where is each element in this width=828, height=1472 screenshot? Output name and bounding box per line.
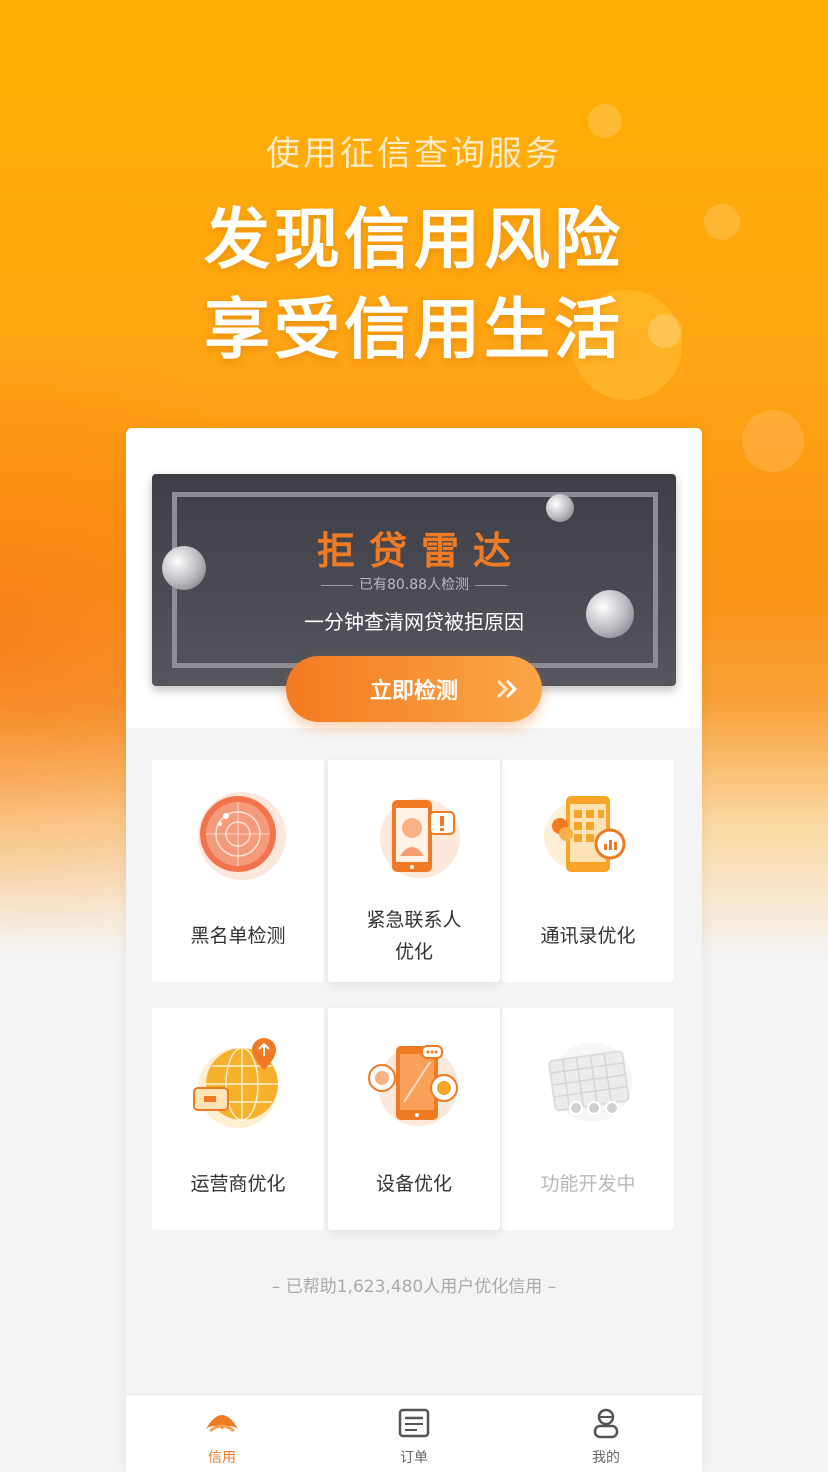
loan-radar-banner[interactable]: 拒贷雷达 已有80.88人检测 一分钟查清网贷被拒原因 <box>152 474 676 686</box>
tile-contacts-optimize[interactable]: 通讯录优化 <box>502 760 674 982</box>
tile-blacklist-check[interactable]: 黑名单检测 <box>152 760 324 982</box>
bottom-tabbar: 信用 订单 我的 <box>126 1394 702 1472</box>
detect-now-button[interactable]: 立即检测 <box>286 656 542 722</box>
globe-carrier-icon <box>193 1038 278 1128</box>
tab-label: 信用 <box>208 1450 236 1466</box>
tile-emergency-contact[interactable]: 紧急联系人 优化 <box>328 760 500 982</box>
tile-label-line1: 紧急联系人 <box>366 909 462 931</box>
tile-device-optimize[interactable]: 设备优化 <box>328 1008 500 1230</box>
tile-carrier-optimize[interactable]: 运营商优化 <box>152 1008 324 1230</box>
hero-title-line2: 享受信用生活 <box>204 291 624 368</box>
tab-label: 订单 <box>400 1450 428 1466</box>
profile-icon <box>593 1408 619 1439</box>
tab-orders[interactable]: 订单 <box>318 1395 510 1472</box>
banner-count: 已有80.88人检测 <box>152 574 676 594</box>
contacts-phone-icon <box>544 796 626 872</box>
banner-count-text: 已有80.88人检测 <box>358 577 470 593</box>
banner-title: 拒贷雷达 <box>316 529 525 573</box>
main-card: 拒贷雷达 已有80.88人检测 一分钟查清网贷被拒原因 立即检测 黑名单检测 紧… <box>126 428 702 1472</box>
calendar-grid-icon <box>548 1042 632 1122</box>
umbrella-icon <box>206 1415 238 1433</box>
banner-description: 一分钟查清网贷被拒原因 <box>304 610 524 634</box>
tab-credit[interactable]: 信用 <box>126 1395 318 1472</box>
device-chat-icon <box>368 1045 458 1126</box>
tab-label: 我的 <box>592 1450 620 1466</box>
tile-label: 设备优化 <box>375 1173 452 1195</box>
decor-chat-icon <box>742 410 804 472</box>
helped-users-note: – 已帮助1,623,480人用户优化信用 – <box>271 1277 557 1297</box>
tile-label: 功能开发中 <box>540 1173 636 1195</box>
radar-icon <box>198 792 286 880</box>
detect-now-label: 立即检测 <box>369 678 458 703</box>
hero-title-line1: 发现信用风险 <box>204 201 624 278</box>
hero-subtitle: 使用征信查询服务 <box>266 134 562 174</box>
tile-label: 紧急联系人 优化 <box>328 904 500 968</box>
tile-label-line2: 优化 <box>394 941 433 963</box>
double-chevron-right-icon <box>496 679 518 699</box>
tile-label: 运营商优化 <box>190 1173 286 1195</box>
tab-mine[interactable]: 我的 <box>510 1395 702 1472</box>
tile-label: 黑名单检测 <box>190 925 286 947</box>
decor-ball <box>546 494 574 522</box>
phone-contact-icon <box>380 798 460 878</box>
tile-label: 通讯录优化 <box>540 925 636 947</box>
order-list-icon <box>398 1408 430 1438</box>
tile-feature-in-development: 功能开发中 <box>502 1008 674 1230</box>
